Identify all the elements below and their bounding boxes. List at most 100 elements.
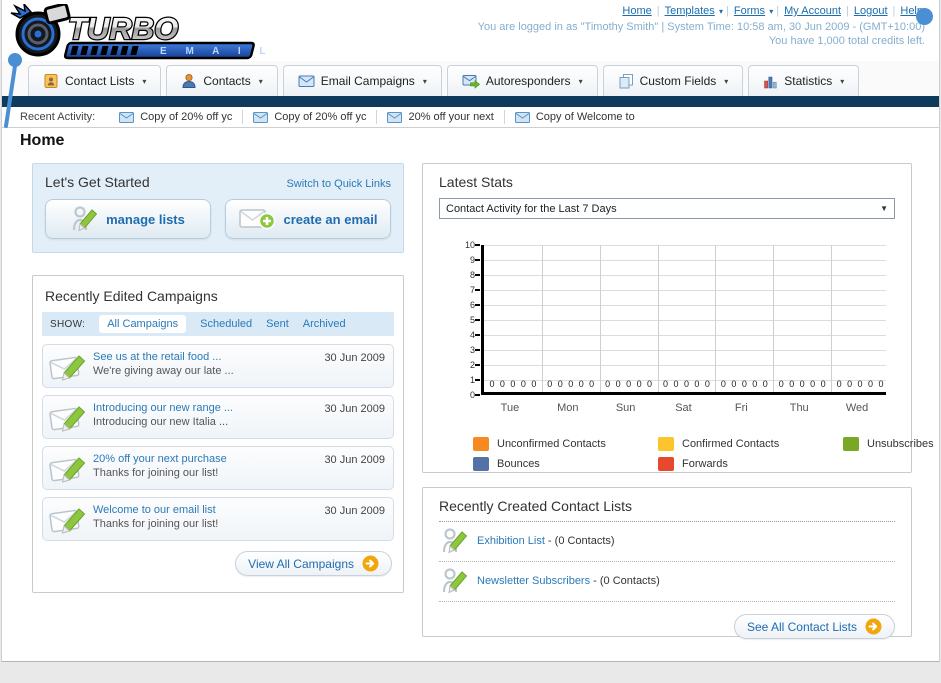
person-pencil-icon	[441, 567, 467, 595]
envelope-pencil-icon	[49, 402, 93, 434]
x-axis-label: Sat	[675, 402, 692, 414]
y-axis-tick	[475, 289, 480, 291]
create-email-button[interactable]: create an email	[225, 199, 391, 239]
value-label: 0	[741, 379, 747, 389]
value-labels-group: 00000	[484, 379, 542, 389]
campaigns-filter-tabs: SHOW: All Campaigns Scheduled Sent Archived	[42, 312, 394, 336]
tab-autoresponders[interactable]: Autoresponders ▾	[446, 65, 598, 96]
value-labels-group: 00000	[542, 379, 600, 389]
svg-text:E M A I L: E M A I L	[160, 46, 266, 57]
y-axis-label: 4	[469, 330, 475, 340]
chevron-down-icon: ▾	[142, 76, 147, 86]
y-axis-tick	[475, 259, 480, 261]
value-label: 0	[799, 379, 805, 389]
page-title: Home	[20, 132, 65, 149]
campaign-date: 30 Jun 2009	[324, 403, 385, 415]
help-bubble-icon[interactable]	[916, 8, 933, 25]
see-all-contact-lists-label: See All Contact Lists	[746, 619, 857, 634]
tab-email-campaigns[interactable]: Email Campaigns ▾	[282, 65, 442, 96]
recent-activity-item[interactable]: 20% off your next	[376, 110, 503, 124]
value-label: 0	[663, 379, 669, 389]
campaign-title-link[interactable]: See us at the retail food ...	[93, 351, 221, 363]
top-link-home[interactable]: Home	[622, 5, 651, 17]
value-label: 0	[820, 379, 826, 389]
recent-activity-item-label: 20% off your next	[408, 111, 494, 123]
top-link-templates[interactable]: Templates	[665, 5, 715, 17]
person-pencil-icon	[441, 527, 467, 555]
y-axis-label: 6	[469, 300, 475, 310]
value-label: 0	[762, 379, 768, 389]
tab-contact-lists[interactable]: Contact Lists ▾	[28, 65, 162, 96]
arrow-circle-icon	[865, 618, 882, 635]
campaign-row: See us at the retail food ... We're givin…	[42, 344, 394, 388]
top-link-forms[interactable]: Forms	[734, 5, 765, 17]
nav-separator: |	[776, 5, 780, 17]
latest-stats-title: Latest Stats	[439, 174, 513, 190]
manage-lists-label: manage lists	[106, 211, 185, 227]
campaign-title-link[interactable]: Introducing our new range ...	[93, 402, 233, 414]
value-label: 0	[568, 379, 574, 389]
campaign-subtitle: Thanks for joining our list!	[93, 467, 219, 479]
top-link-logout[interactable]: Logout	[854, 5, 888, 17]
view-all-campaigns-button[interactable]: View All Campaigns	[235, 551, 392, 576]
x-axis-label: Sun	[615, 402, 636, 414]
see-all-contact-lists-button[interactable]: See All Contact Lists	[733, 614, 895, 639]
tab-statistics[interactable]: Statistics ▾	[748, 65, 860, 96]
chevron-down-icon: ▼	[880, 204, 888, 213]
value-label: 0	[531, 379, 537, 389]
campaign-title-link[interactable]: 20% off your next purchase	[93, 453, 227, 465]
contacts-icon	[181, 73, 197, 89]
top-link-my-account[interactable]: My Account	[784, 5, 841, 17]
y-axis-tick	[475, 394, 480, 396]
campaign-tab-archived[interactable]: Archived	[303, 318, 346, 330]
tab-label: Statistics	[784, 74, 833, 88]
contact-list-count: - (0 Contacts)	[544, 535, 615, 547]
manage-lists-button[interactable]: manage lists	[45, 199, 211, 239]
recent-activity-item[interactable]: Copy of 20% off yc	[109, 110, 242, 124]
latest-stats-panel: Latest Stats Contact Activity for the La…	[422, 163, 934, 473]
gridline	[484, 320, 886, 321]
value-label: 0	[720, 379, 726, 389]
switch-quick-links-link[interactable]: Switch to Quick Links	[286, 178, 391, 190]
gridline	[657, 245, 659, 392]
tab-label: Email Campaigns	[320, 74, 415, 88]
envelope-icon	[253, 111, 269, 123]
recent-activity-item[interactable]: Copy of 20% off yc	[242, 110, 376, 124]
credits-info: You have 1,000 total credits left.	[768, 35, 925, 47]
contact-list-link[interactable]: Newsletter Subscribers	[477, 575, 590, 587]
legend-item-unsubscribes: Unsubscribes	[843, 437, 934, 451]
gridline	[484, 335, 886, 336]
legend-item-confirmed-contacts: Confirmed Contacts	[658, 437, 843, 451]
legend-label: Unsubscribes	[867, 438, 934, 450]
value-label: 0	[626, 379, 632, 389]
gridline	[541, 245, 543, 392]
tab-label: Custom Fields	[639, 74, 717, 88]
campaigns-panel: Recently Edited Campaigns SHOW: All Camp…	[32, 275, 404, 593]
x-axis-label: Mon	[557, 402, 579, 414]
tab-contacts[interactable]: Contacts ▾	[166, 65, 278, 96]
recent-activity-item[interactable]: Copy of Welcome to	[503, 110, 645, 124]
value-label: 0	[694, 379, 700, 389]
campaign-title-link[interactable]: Welcome to our email list	[93, 504, 216, 516]
campaign-tab-sent[interactable]: Sent	[266, 318, 289, 330]
envelope-pencil-icon	[49, 351, 93, 383]
navy-divider-bar	[2, 96, 939, 107]
contact-lists-title: Recently Created Contact Lists	[439, 498, 895, 522]
campaign-subtitle: Introducing our new Italia ...	[93, 416, 229, 428]
stats-period-select[interactable]: Contact Activity for the Last 7 Days ▼	[439, 198, 895, 219]
email-campaigns-icon	[298, 74, 315, 88]
contact-list-link[interactable]: Exhibition List	[477, 535, 545, 547]
tab-custom-fields[interactable]: Custom Fields ▾	[602, 65, 744, 96]
campaign-tab-all-campaigns[interactable]: All Campaigns	[99, 315, 187, 333]
value-label: 0	[789, 379, 795, 389]
header: TURBO E M A I L Home | Templates ▾ | Forms ▾…	[2, 0, 939, 61]
chart-legend: Unconfirmed Contacts Confirmed Contacts Un…	[473, 437, 934, 471]
campaign-tab-scheduled[interactable]: Scheduled	[200, 318, 252, 330]
gridline	[484, 365, 886, 366]
value-label: 0	[731, 379, 737, 389]
y-axis-tick	[475, 379, 480, 381]
recent-activity-item-label: Copy of 20% off yc	[274, 111, 367, 123]
nav-separator: |	[846, 5, 849, 17]
y-axis-tick	[475, 364, 480, 366]
gridline	[484, 290, 886, 291]
